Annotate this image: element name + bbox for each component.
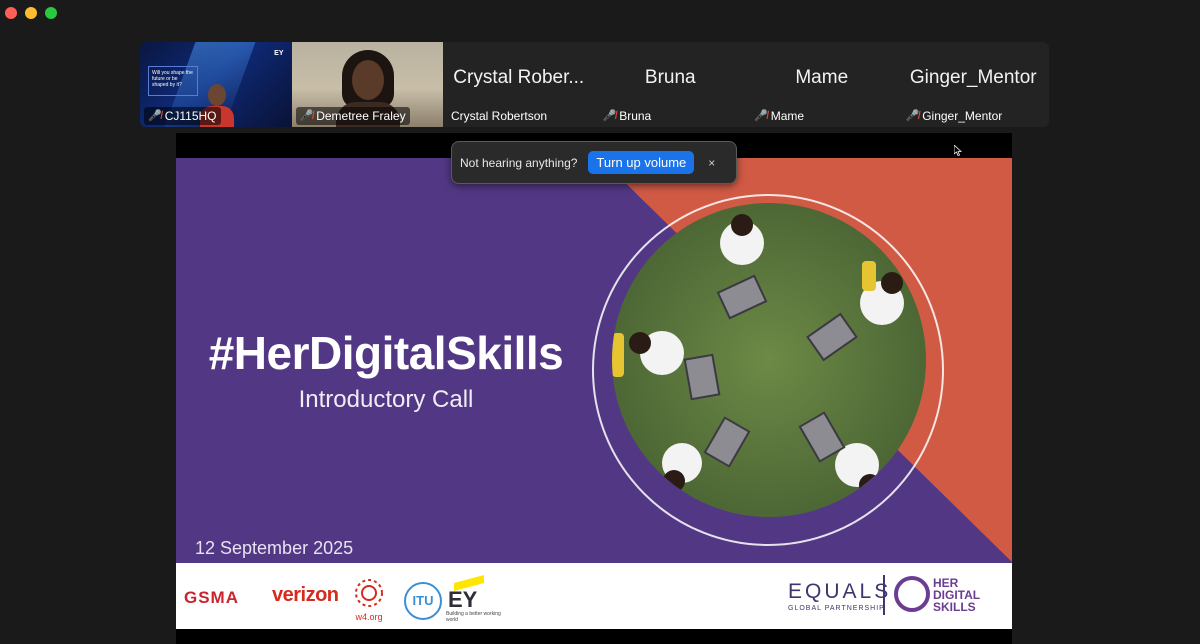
participant-name-label: 🎤̸ Bruna: [599, 107, 656, 125]
participant-display-name: Mame: [795, 66, 849, 88]
participant-name-label: 🎤̸ Demetree Fraley: [295, 107, 410, 125]
ey-logo: EY: [274, 50, 284, 57]
participant-display-name: Crystal Rober...: [453, 66, 585, 88]
participant-tile-mame[interactable]: Mame 🎤̸ Mame: [746, 42, 898, 127]
sponsor-logo-bar: GSMA verizon w4.org ITU EY Building a be…: [176, 563, 1012, 629]
ey-logo: EY Building a better working world: [446, 574, 501, 623]
participant-display-name: Bruna: [644, 66, 696, 88]
mic-muted-icon: 🎤̸: [602, 110, 617, 122]
mouse-cursor-icon: [954, 145, 962, 156]
mic-muted-icon: 🎤̸: [148, 110, 162, 122]
participant-name: Bruna: [619, 109, 652, 123]
participant-name-label: 🎤̸ Mame: [750, 107, 808, 125]
logo-divider: [883, 575, 885, 615]
virtual-background-text: Will you shape the future or be shaped b…: [148, 66, 198, 96]
participant-tile-ginger-mentor[interactable]: Ginger_Mentor 🎤̸ Ginger_Mentor: [898, 42, 1050, 127]
mic-muted-icon: 🎤̸: [905, 110, 920, 122]
participant-tile-bruna[interactable]: Bruna 🎤̸ Bruna: [595, 42, 747, 127]
students-laptops-photo: [612, 203, 926, 517]
participant-display-name: Ginger_Mentor: [909, 66, 1037, 88]
gsma-logo: GSMA: [184, 588, 239, 607]
participant-name-label: 🎤̸ Ginger_Mentor: [902, 107, 1007, 125]
participant-tile-cj115hq[interactable]: Will you shape the future or be shaped b…: [140, 42, 292, 127]
itu-logo: ITU: [404, 582, 442, 620]
participant-name: Crystal Robertson: [451, 109, 548, 123]
audio-prompt-toast: Not hearing anything? Turn up volume ×: [451, 141, 737, 184]
fullscreen-window-button[interactable]: [45, 7, 57, 19]
close-icon[interactable]: ×: [708, 156, 715, 170]
window-controls: [5, 7, 57, 19]
equals-logo: EQUALS GLOBAL PARTNERSHIP: [788, 580, 892, 612]
participant-tile-crystal-robertson[interactable]: Crystal Rober... Crystal Robertson: [443, 42, 595, 127]
close-window-button[interactable]: [5, 7, 17, 19]
ey-tagline: Building a better working world: [446, 611, 501, 623]
toast-message: Not hearing anything?: [460, 155, 578, 170]
minimize-window-button[interactable]: [25, 7, 37, 19]
participant-name: Mame: [770, 109, 805, 123]
mic-muted-icon: 🎤̸: [299, 110, 314, 122]
w4-logo-text: w4.org: [355, 612, 383, 622]
meeting-window: Will you shape the future or be shaped b…: [0, 0, 1200, 644]
turn-up-volume-button[interactable]: Turn up volume: [588, 151, 695, 174]
w4-logo: w4.org: [350, 576, 388, 622]
her-digital-skills-logo: HER DIGITAL SKILLS: [933, 576, 981, 614]
participant-tile-demetree-fraley[interactable]: 🎤̸ Demetree Fraley: [291, 42, 443, 127]
participant-name: CJ115HQ: [164, 109, 217, 123]
participant-name: Demetree Fraley: [316, 109, 406, 123]
her-digital-skills-icon: [894, 576, 930, 612]
slide-title: #HerDigitalSkills: [208, 327, 564, 379]
participant-strip: Will you shape the future or be shaped b…: [140, 42, 1049, 127]
mic-muted-icon: 🎤̸: [754, 110, 768, 122]
verizon-logo: verizon: [272, 584, 339, 606]
participant-name-label: 🎤̸ CJ115HQ: [144, 107, 221, 125]
shared-screen[interactable]: #HerDigitalSkills Introductory Call 12 S…: [176, 133, 1012, 644]
participant-name-label: Crystal Robertson: [447, 107, 551, 125]
presentation-slide: #HerDigitalSkills Introductory Call 12 S…: [176, 158, 1012, 588]
participant-name: Ginger_Mentor: [922, 109, 1003, 123]
slide-subtitle: Introductory Call: [298, 386, 474, 413]
slide-date: 12 September 2025: [195, 538, 354, 558]
